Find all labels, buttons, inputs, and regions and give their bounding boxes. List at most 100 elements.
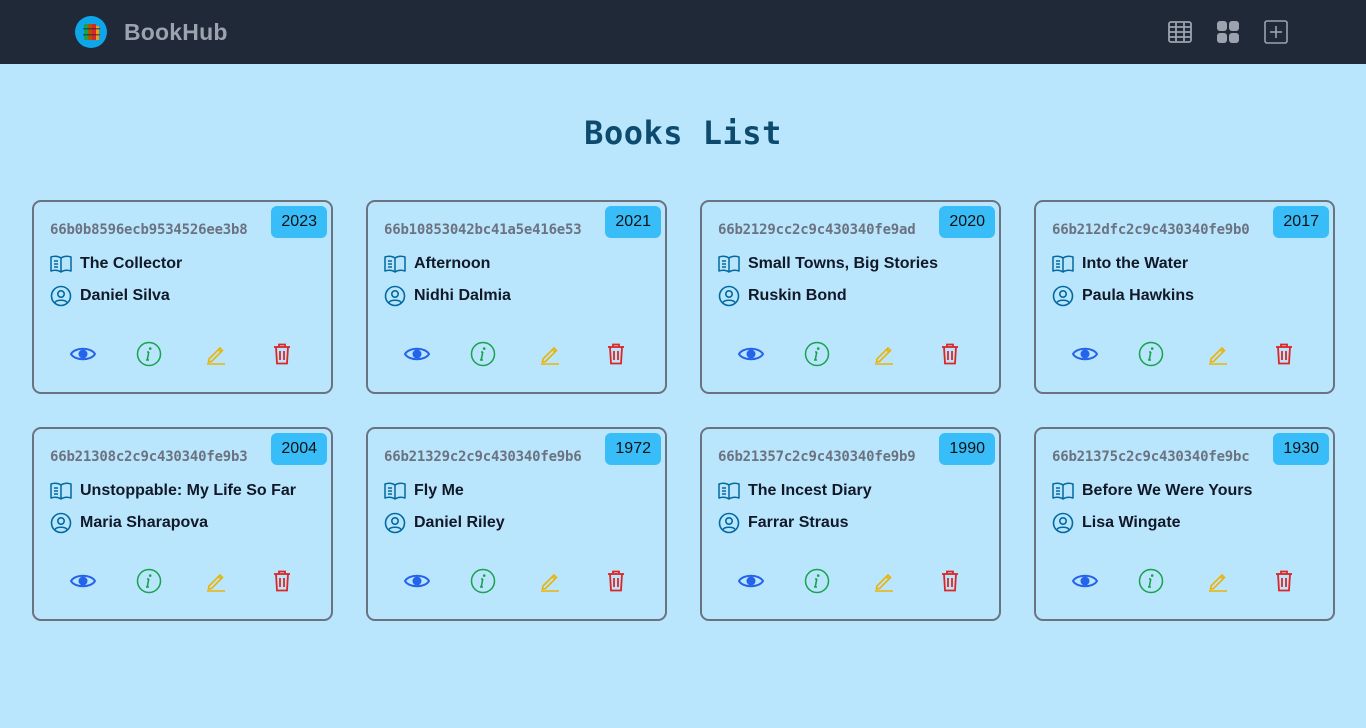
book-author: Daniel Riley (414, 514, 505, 531)
book-title-row: The Incest Diary (718, 481, 983, 501)
user-circle-icon (1052, 285, 1074, 307)
eye-icon (738, 574, 765, 588)
book-title: The Incest Diary (748, 482, 872, 499)
trash-icon (941, 343, 958, 365)
eye-icon (1072, 574, 1099, 588)
open-book-icon (384, 482, 406, 500)
pencil-icon (540, 573, 559, 592)
year-badge: 2017 (1273, 206, 1329, 238)
card-view-icon[interactable] (1216, 20, 1240, 44)
trash-icon (273, 570, 290, 592)
book-title: Unstoppable: My Life So Far (80, 482, 297, 499)
info-button[interactable] (468, 567, 498, 595)
open-book-icon (1052, 255, 1074, 273)
info-button[interactable] (802, 340, 832, 368)
user-circle-icon (50, 512, 72, 534)
delete-button[interactable] (1269, 340, 1299, 368)
book-card: 1930 66b21375c2c9c430340fe9bc Before We … (1034, 427, 1335, 621)
edit-button[interactable] (1203, 567, 1233, 595)
info-icon (1139, 568, 1164, 594)
info-button[interactable] (468, 340, 498, 368)
delete-button[interactable] (1269, 567, 1299, 595)
user-circle-icon (718, 285, 740, 307)
book-author: Daniel Silva (80, 287, 170, 304)
edit-button[interactable] (201, 340, 231, 368)
view-button[interactable] (68, 340, 98, 368)
book-title: Before We Were Yours (1082, 482, 1253, 499)
info-icon (805, 341, 830, 367)
info-button[interactable] (802, 567, 832, 595)
edit-button[interactable] (869, 567, 899, 595)
delete-button[interactable] (935, 340, 965, 368)
view-button[interactable] (1070, 340, 1100, 368)
year-badge: 2020 (939, 206, 995, 238)
card-actions (384, 567, 649, 595)
edit-button[interactable] (1203, 340, 1233, 368)
pencil-icon (1208, 573, 1227, 592)
pencil-icon (206, 346, 225, 365)
info-button[interactable] (1136, 567, 1166, 595)
year-badge: 2023 (271, 206, 327, 238)
trash-icon (1275, 570, 1292, 592)
eye-icon (404, 347, 431, 361)
info-icon (471, 341, 496, 367)
view-button[interactable] (1070, 567, 1100, 595)
card-actions (718, 340, 983, 368)
info-icon (137, 341, 162, 367)
table-view-icon[interactable] (1168, 20, 1192, 44)
delete-button[interactable] (935, 567, 965, 595)
info-button[interactable] (134, 340, 164, 368)
card-actions (718, 567, 983, 595)
book-author: Paula Hawkins (1082, 287, 1195, 304)
eye-icon (738, 347, 765, 361)
book-title-row: The Collector (50, 254, 315, 274)
book-card: 2023 66b0b8596ecb9534526ee3b8 The Collec… (32, 200, 333, 394)
bookhub-logo-icon (75, 16, 107, 48)
year-badge: 1972 (605, 433, 661, 465)
card-actions (1052, 567, 1317, 595)
year-badge: 2004 (271, 433, 327, 465)
book-title: The Collector (80, 255, 183, 272)
edit-button[interactable] (869, 340, 899, 368)
book-grid: 2023 66b0b8596ecb9534526ee3b8 The Collec… (32, 200, 1335, 621)
year-badge: 2021 (605, 206, 661, 238)
open-book-icon (718, 255, 740, 273)
view-button[interactable] (736, 340, 766, 368)
view-toggle-group (1168, 20, 1288, 44)
edit-button[interactable] (535, 340, 565, 368)
book-author-row: Daniel Silva (50, 285, 315, 307)
user-circle-icon (1052, 512, 1074, 534)
view-button[interactable] (402, 340, 432, 368)
edit-button[interactable] (535, 567, 565, 595)
brand[interactable]: BookHub (75, 16, 228, 48)
delete-button[interactable] (267, 340, 297, 368)
add-book-icon[interactable] (1264, 20, 1288, 44)
edit-button[interactable] (201, 567, 231, 595)
view-button[interactable] (68, 567, 98, 595)
trash-icon (941, 570, 958, 592)
book-card: 2004 66b21308c2c9c430340fe9b3 Unstoppabl… (32, 427, 333, 621)
info-icon (1139, 341, 1164, 367)
book-author-row: Nidhi Dalmia (384, 285, 649, 307)
book-title: Small Towns, Big Stories (748, 255, 938, 272)
delete-button[interactable] (267, 567, 297, 595)
year-badge: 1990 (939, 433, 995, 465)
info-button[interactable] (134, 567, 164, 595)
info-button[interactable] (1136, 340, 1166, 368)
book-author: Ruskin Bond (748, 287, 847, 304)
info-icon (805, 568, 830, 594)
card-actions (50, 340, 315, 368)
book-author-row: Lisa Wingate (1052, 512, 1317, 534)
delete-button[interactable] (601, 567, 631, 595)
view-button[interactable] (736, 567, 766, 595)
user-circle-icon (718, 512, 740, 534)
book-title-row: Small Towns, Big Stories (718, 254, 983, 274)
delete-button[interactable] (601, 340, 631, 368)
pencil-icon (206, 573, 225, 592)
year-badge: 1930 (1273, 433, 1329, 465)
book-author: Maria Sharapova (80, 514, 209, 531)
view-button[interactable] (402, 567, 432, 595)
book-author: Farrar Straus (748, 514, 849, 531)
eye-icon (1072, 347, 1099, 361)
trash-icon (1275, 343, 1292, 365)
